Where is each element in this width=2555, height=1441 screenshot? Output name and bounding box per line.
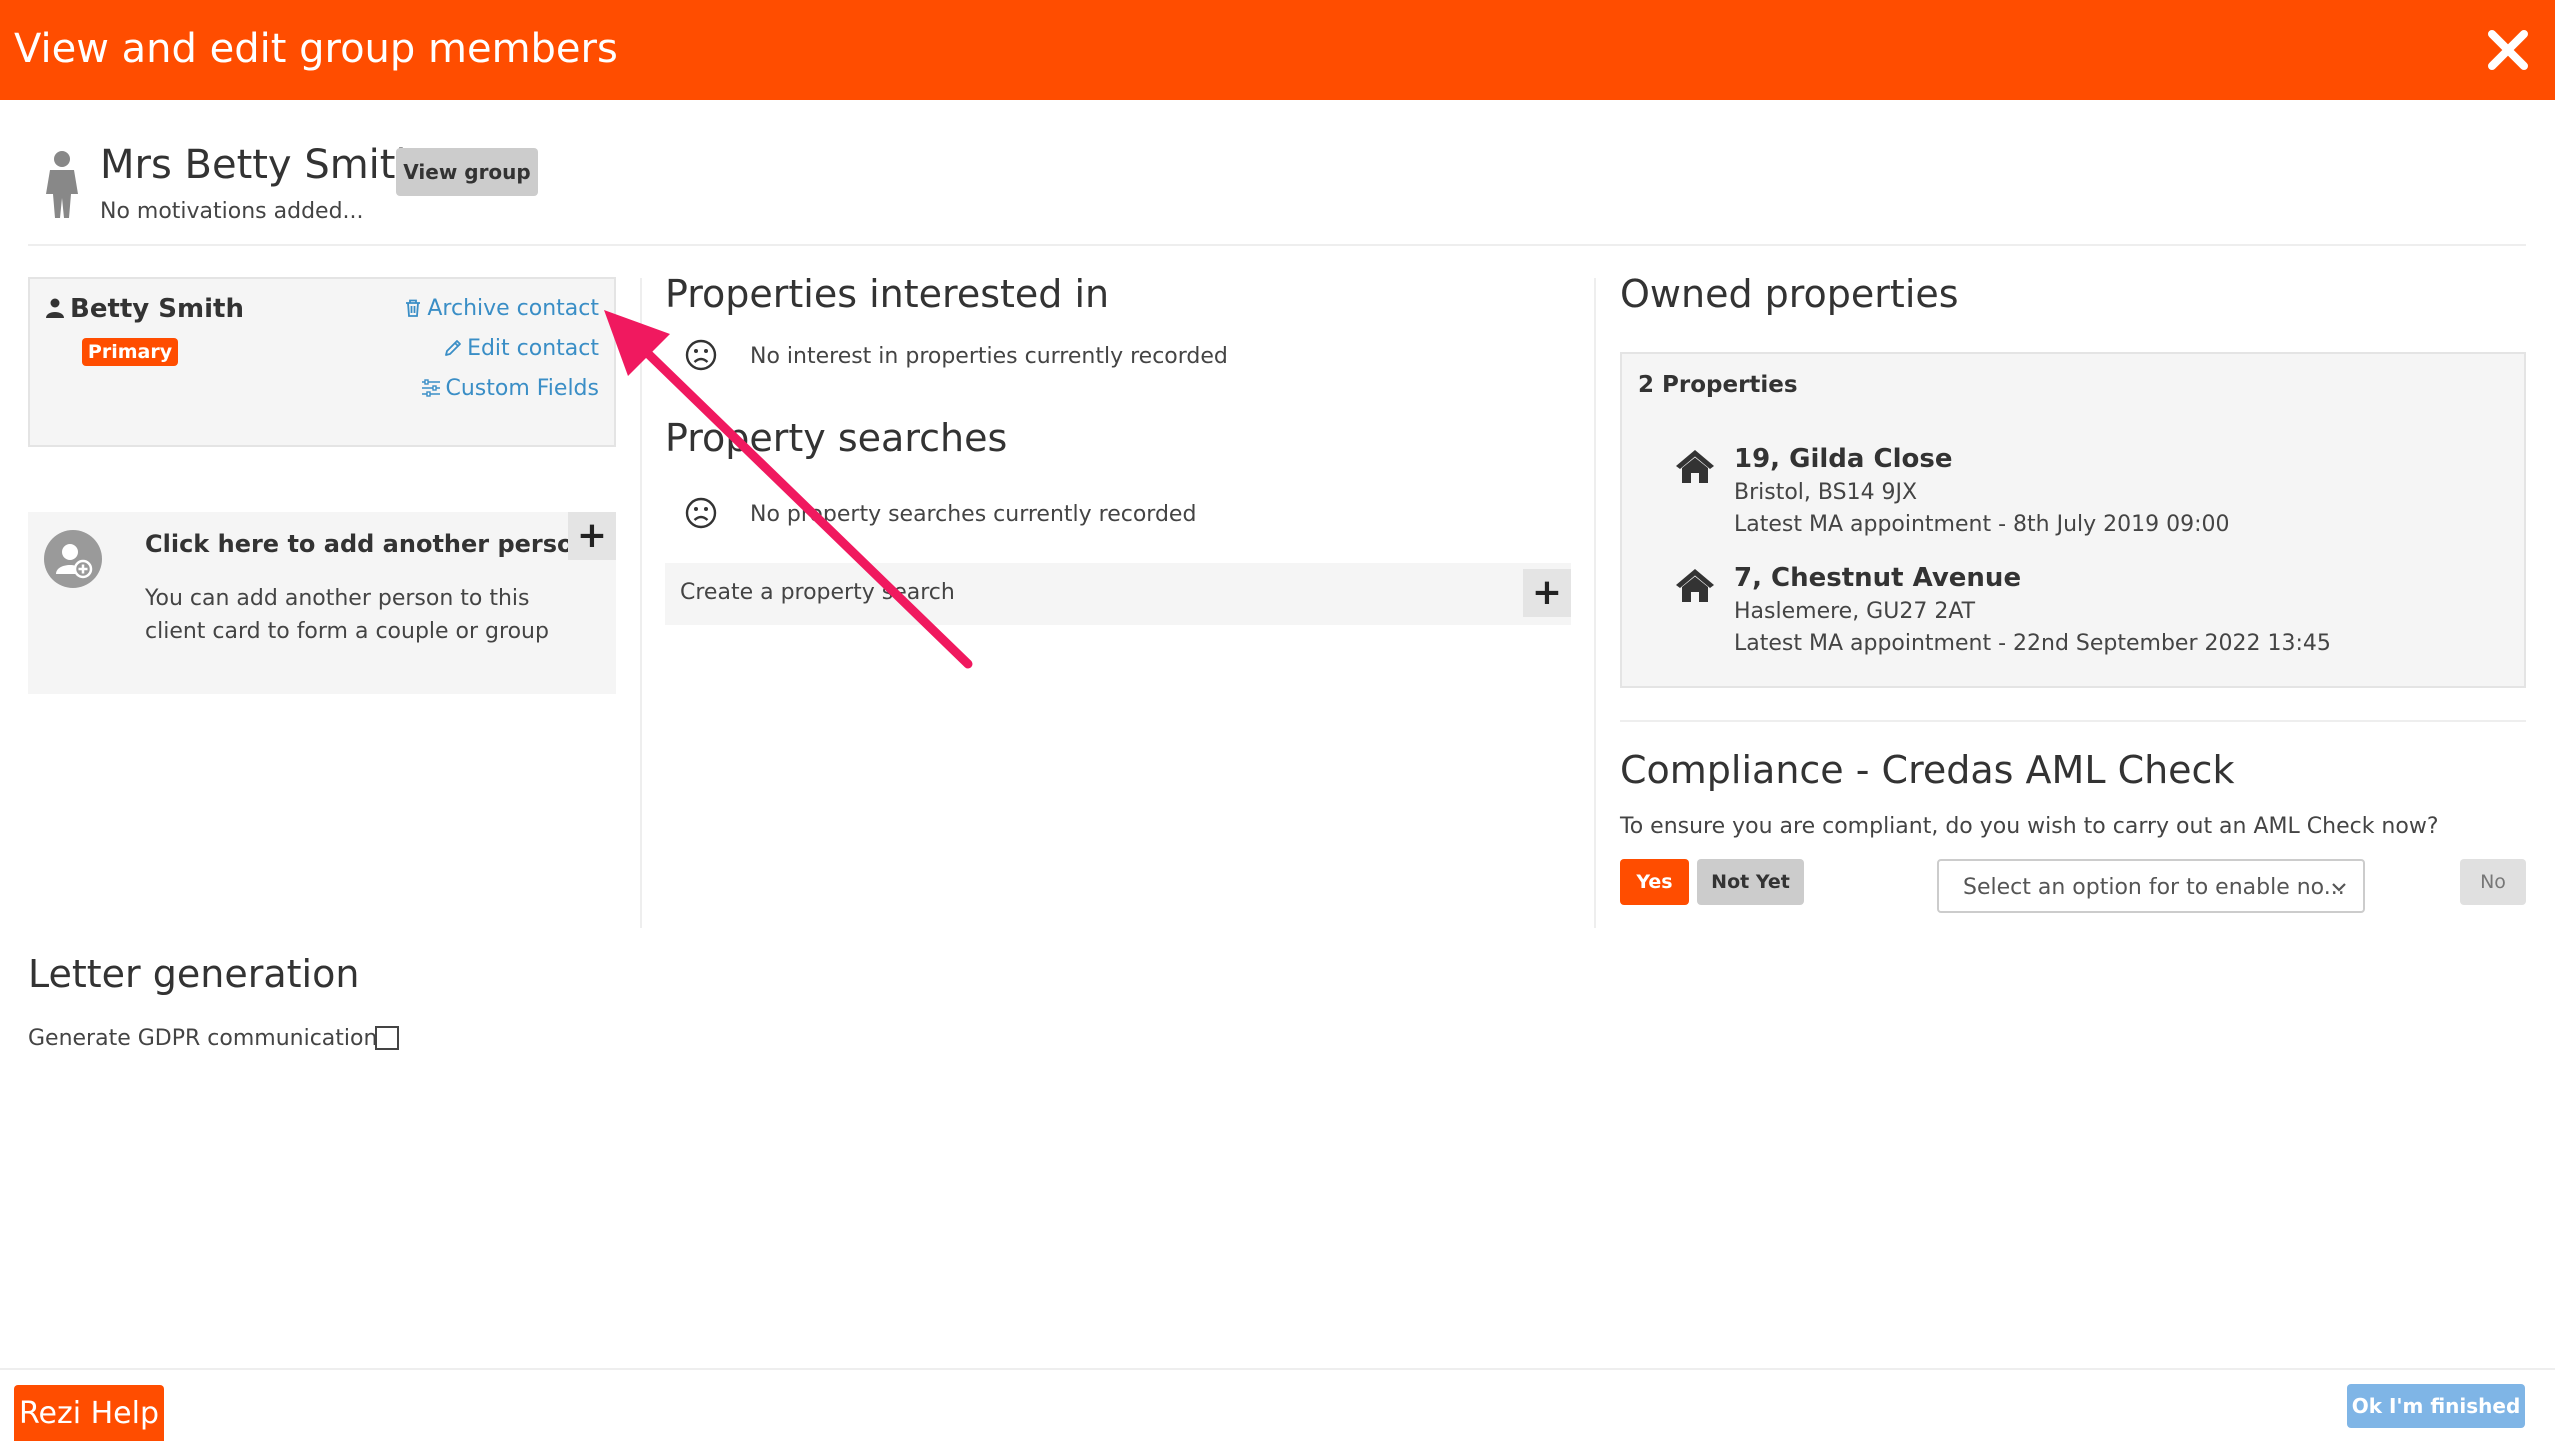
interested-empty-row: No interest in properties currently reco…	[685, 339, 1228, 371]
aml-not-yet-button[interactable]: Not Yet	[1697, 859, 1804, 905]
add-person-title: Click here to add another person	[145, 530, 591, 558]
create-search-label: Create a property search	[680, 580, 955, 605]
chevron-down-icon	[2332, 883, 2346, 892]
searches-empty-text: No property searches currently recorded	[750, 502, 1197, 527]
user-icon	[46, 298, 64, 318]
contact-name-label: Betty Smith	[70, 294, 244, 324]
letters-heading: Letter generation	[28, 952, 360, 996]
motivations-text: No motivations added...	[100, 199, 364, 224]
modal-header: View and edit group members	[0, 0, 2555, 100]
property-appointment: Latest MA appointment - 8th July 2019 09…	[1734, 512, 2230, 537]
create-property-search[interactable]: Create a property search +	[665, 563, 1571, 625]
searches-heading: Property searches	[665, 416, 1008, 460]
aml-option-select[interactable]: Select an option for to enable no...	[1937, 859, 2365, 913]
owned-property[interactable]: 19, Gilda Close Bristol, BS14 9JX Latest…	[1622, 444, 2522, 554]
compliance-heading: Compliance - Credas AML Check	[1620, 748, 2235, 792]
sad-face-icon	[685, 339, 717, 371]
house-icon	[1676, 569, 1714, 602]
column-divider	[640, 278, 642, 928]
property-address: 19, Gilda Close	[1734, 444, 1953, 474]
column-divider	[1594, 278, 1596, 928]
property-location: Haslemere, GU27 2AT	[1734, 599, 1976, 624]
archive-contact-label: Archive contact	[427, 296, 599, 321]
custom-fields-link[interactable]: Custom Fields	[421, 376, 599, 401]
property-address: 7, Chestnut Avenue	[1734, 563, 2022, 593]
person-silhouette-icon	[46, 151, 78, 218]
gdpr-checkbox[interactable]	[375, 1026, 399, 1050]
modal-title: View and edit group members	[14, 26, 618, 72]
edit-contact-link[interactable]: Edit contact	[443, 336, 599, 361]
searches-empty-row: No property searches currently recorded	[685, 497, 1197, 529]
owned-count: 2 Properties	[1638, 372, 1798, 398]
add-person-button[interactable]: +	[568, 512, 616, 560]
archive-contact-link[interactable]: Archive contact	[403, 296, 599, 321]
custom-fields-label: Custom Fields	[445, 376, 599, 401]
owned-heading: Owned properties	[1620, 272, 1959, 316]
gdpr-label: Generate GDPR communication:	[28, 1026, 385, 1051]
view-group-button[interactable]: View group	[396, 148, 538, 196]
divider	[1620, 720, 2526, 722]
sliders-icon	[422, 379, 441, 397]
interested-heading: Properties interested in	[665, 272, 1110, 316]
add-person-description: You can add another person to this clien…	[145, 586, 549, 644]
contact-name: Betty Smith	[46, 294, 244, 324]
edit-contact-label: Edit contact	[467, 336, 599, 361]
close-button[interactable]	[2484, 26, 2532, 74]
person-name: Mrs Betty Smith	[100, 142, 421, 188]
trash-icon	[406, 299, 421, 317]
aml-yes-button[interactable]: Yes	[1620, 859, 1689, 905]
pencil-icon	[445, 340, 461, 356]
add-person-card[interactable]: Click here to add another person You can…	[28, 512, 616, 694]
owned-properties-panel: 2 Properties 19, Gilda Close Bristol, BS…	[1620, 352, 2526, 688]
finished-button[interactable]: Ok I'm finished	[2347, 1384, 2525, 1428]
close-icon	[2488, 30, 2528, 70]
add-user-icon	[44, 530, 102, 588]
help-button[interactable]: Rezi Help	[14, 1385, 164, 1441]
sad-face-icon	[685, 497, 717, 529]
primary-badge: Primary	[82, 338, 178, 366]
create-search-button[interactable]: +	[1523, 569, 1571, 617]
owned-property[interactable]: 7, Chestnut Avenue Haslemere, GU27 2AT L…	[1622, 563, 2522, 673]
divider	[28, 244, 2526, 246]
house-icon	[1676, 450, 1714, 483]
aml-no-button[interactable]: No	[2460, 859, 2526, 905]
property-appointment: Latest MA appointment - 22nd September 2…	[1734, 631, 2331, 656]
footer-divider	[0, 1368, 2555, 1370]
compliance-question: To ensure you are compliant, do you wish…	[1620, 814, 2439, 839]
interested-empty-text: No interest in properties currently reco…	[750, 344, 1228, 369]
aml-select-placeholder: Select an option for to enable no...	[1963, 875, 2345, 900]
property-location: Bristol, BS14 9JX	[1734, 480, 1918, 505]
